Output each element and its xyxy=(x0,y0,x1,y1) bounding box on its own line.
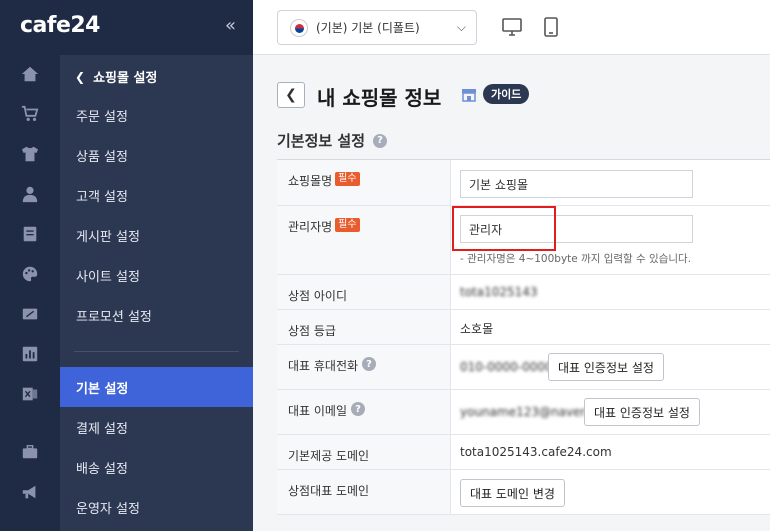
email-label: 대표 이메일 xyxy=(288,404,348,418)
top-bar: (기본) 기본 (디폴트) ⌵ xyxy=(253,0,770,55)
submenu-item-site[interactable]: 사이트 설정 xyxy=(60,255,253,295)
submenu-item-basic[interactable]: 기본 설정 xyxy=(60,367,253,407)
phone-value: 010-0000-0000 xyxy=(460,360,553,374)
rep-domain-label: 상점대표 도메인 xyxy=(288,484,370,498)
form-value: tota1025143.cafe24.com xyxy=(451,435,770,469)
collapse-sidebar-icon[interactable]: « xyxy=(225,15,236,36)
submenu-item-promotion[interactable]: 프로모션 설정 xyxy=(60,295,253,335)
excel-icon[interactable] xyxy=(20,384,40,404)
form-row-phone: 대표 휴대전화 ? 010-0000-0000 대표 인증정보 설정 xyxy=(277,345,770,390)
form-row-shop-grade: 상점 등급 소호몰 xyxy=(277,310,770,345)
chevron-left-icon: ❮ xyxy=(75,69,86,84)
form-row-rep-domain: 상점대표 도메인 대표 도메인 변경 xyxy=(277,470,770,515)
mobile-preview-icon[interactable] xyxy=(540,16,562,38)
form-value xyxy=(451,160,770,205)
submenu-item-customer[interactable]: 고객 설정 xyxy=(60,175,253,215)
submenu-item-product[interactable]: 상품 설정 xyxy=(60,135,253,175)
required-badge: 필수 xyxy=(335,218,360,232)
main-content: ❮ 내 쇼핑몰 정보 가이드 기본정보 설정 ? 쇼핑몰명 필수 관리자명 필수 xyxy=(253,55,770,531)
cafe24-logo[interactable]: cafe24 xyxy=(20,13,101,38)
board-icon[interactable] xyxy=(20,224,40,244)
basic-info-form: 쇼핑몰명 필수 관리자명 필수 - 관리자명은 4~100byte 까지 입력할… xyxy=(277,159,770,515)
home-icon[interactable] xyxy=(20,64,40,84)
form-row-domain: 기본제공 도메인 tota1025143.cafe24.com xyxy=(277,435,770,470)
chevron-down-icon: ⌵ xyxy=(456,20,466,34)
form-value: - 관리자명은 4~100byte 까지 입력할 수 있습니다. xyxy=(451,206,770,274)
section-title: 기본정보 설정 ? xyxy=(277,130,388,151)
language-select-value: (기본) 기본 (디폴트) xyxy=(316,21,420,35)
guide-button[interactable]: 가이드 xyxy=(483,84,530,104)
shop-id-value: tota1025143 xyxy=(460,285,538,299)
shop-name-label: 쇼핑몰명 xyxy=(288,174,333,188)
form-value: 대표 도메인 변경 xyxy=(451,470,770,514)
korea-flag-icon xyxy=(290,18,308,37)
domain-label: 기본제공 도메인 xyxy=(288,449,370,463)
admin-name-hint: - 관리자명은 4~100byte 까지 입력할 수 있습니다. xyxy=(460,253,692,265)
page-title: 내 쇼핑몰 정보 xyxy=(317,86,442,110)
admin-name-input[interactable] xyxy=(460,215,693,243)
help-icon[interactable]: ? xyxy=(362,357,377,371)
desktop-preview-icon[interactable] xyxy=(501,16,523,38)
shop-id-label: 상점 아이디 xyxy=(288,289,348,303)
shop-grade-label: 상점 등급 xyxy=(288,324,336,338)
required-badge: 필수 xyxy=(335,172,360,186)
megaphone-icon[interactable] xyxy=(20,482,40,502)
form-label: 상점대표 도메인 xyxy=(277,470,451,514)
form-label: 대표 휴대전화 ? xyxy=(277,345,451,389)
submenu-header-label: 쇼핑몰 설정 xyxy=(93,71,158,86)
store-icon xyxy=(462,89,476,102)
help-icon[interactable]: ? xyxy=(351,402,366,416)
form-label: 상점 등급 xyxy=(277,310,451,344)
form-value: tota1025143 xyxy=(451,275,770,309)
section-title-text: 기본정보 설정 xyxy=(277,132,366,150)
email-auth-button[interactable]: 대표 인증정보 설정 xyxy=(584,398,700,426)
domain-value: tota1025143.cafe24.com xyxy=(460,445,612,459)
shop-name-input[interactable] xyxy=(460,170,693,198)
form-label: 대표 이메일 ? xyxy=(277,390,451,434)
form-label: 기본제공 도메인 xyxy=(277,435,451,469)
form-row-shop-id: 상점 아이디 tota1025143 xyxy=(277,275,770,310)
language-select[interactable]: (기본) 기본 (디폴트) ⌵ xyxy=(277,10,477,45)
user-icon[interactable] xyxy=(20,184,40,204)
form-value: 소호몰 xyxy=(451,310,770,344)
back-button[interactable]: ❮ xyxy=(277,82,305,108)
submenu-item-operator[interactable]: 운영자 설정 xyxy=(60,487,253,527)
form-row-shop-name: 쇼핑몰명 필수 xyxy=(277,160,770,206)
settings-submenu: ❮ 쇼핑몰 설정 주문 설정 상품 설정 고객 설정 게시판 설정 사이트 설정… xyxy=(60,55,253,531)
help-icon[interactable]: ? xyxy=(373,133,388,148)
phone-auth-button[interactable]: 대표 인증정보 설정 xyxy=(548,353,664,381)
promotion-icon[interactable] xyxy=(20,304,40,324)
brand-area: cafe24 « xyxy=(0,0,253,55)
form-label: 상점 아이디 xyxy=(277,275,451,309)
rep-domain-change-button[interactable]: 대표 도메인 변경 xyxy=(460,479,565,507)
form-row-email: 대표 이메일 ? youname123@naver.com 대표 인증정보 설정 xyxy=(277,390,770,435)
briefcase-icon[interactable] xyxy=(20,442,40,462)
admin-name-label: 관리자명 xyxy=(288,220,333,234)
phone-label: 대표 휴대전화 xyxy=(288,359,359,373)
chart-icon[interactable] xyxy=(20,344,40,364)
submenu-item-order[interactable]: 주문 설정 xyxy=(60,95,253,135)
form-label: 쇼핑몰명 필수 xyxy=(277,160,451,205)
shop-grade-value: 소호몰 xyxy=(460,322,494,336)
submenu-back-header[interactable]: ❮ 쇼핑몰 설정 xyxy=(75,67,158,87)
palette-icon[interactable] xyxy=(20,264,40,284)
submenu-item-shipping[interactable]: 배송 설정 xyxy=(60,447,253,487)
shirt-icon[interactable] xyxy=(20,144,40,164)
submenu-item-payment[interactable]: 결제 설정 xyxy=(60,407,253,447)
form-value: youname123@naver.com 대표 인증정보 설정 xyxy=(451,390,770,434)
form-label: 관리자명 필수 xyxy=(277,206,451,274)
form-value: 010-0000-0000 대표 인증정보 설정 xyxy=(451,345,770,389)
submenu-item-board[interactable]: 게시판 설정 xyxy=(60,215,253,255)
cart-icon[interactable] xyxy=(20,104,40,124)
form-row-admin-name: 관리자명 필수 - 관리자명은 4~100byte 까지 입력할 수 있습니다. xyxy=(277,206,770,275)
submenu-divider xyxy=(74,351,239,352)
